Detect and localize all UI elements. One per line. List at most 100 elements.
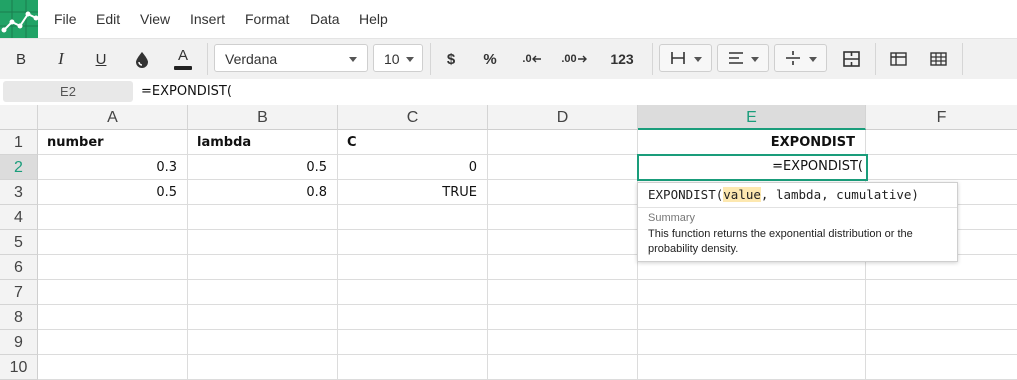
grid-cell[interactable] bbox=[188, 205, 338, 230]
grid-cell[interactable] bbox=[866, 355, 1017, 380]
grid-cell[interactable] bbox=[188, 255, 338, 280]
grid-cell[interactable] bbox=[338, 230, 488, 255]
number-format-button[interactable]: 123 bbox=[604, 45, 640, 73]
freeze-button[interactable] bbox=[885, 45, 911, 73]
grid-cell[interactable] bbox=[488, 130, 638, 155]
column-header-e[interactable]: E bbox=[638, 105, 866, 130]
cell-reference-box[interactable]: E2 bbox=[3, 81, 133, 102]
spreadsheet-logo[interactable] bbox=[0, 0, 38, 38]
column-header-a[interactable]: A bbox=[38, 105, 188, 130]
grid-cell[interactable] bbox=[338, 305, 488, 330]
font-family-value: Verdana bbox=[225, 51, 278, 67]
grid-cell[interactable] bbox=[488, 205, 638, 230]
menu-insert[interactable]: Insert bbox=[190, 11, 225, 27]
menu-edit[interactable]: Edit bbox=[96, 11, 120, 27]
chevron-down-icon bbox=[406, 57, 414, 62]
grid-cell[interactable] bbox=[488, 280, 638, 305]
grid-cell[interactable] bbox=[38, 330, 188, 355]
grid-cell[interactable] bbox=[638, 305, 866, 330]
cell-c1[interactable]: C bbox=[338, 130, 488, 155]
grid-cell[interactable] bbox=[38, 255, 188, 280]
grid-cell[interactable] bbox=[638, 355, 866, 380]
row-header-9[interactable]: 9 bbox=[0, 330, 38, 355]
horizontal-align-button[interactable] bbox=[717, 44, 769, 72]
grid-cell[interactable] bbox=[488, 305, 638, 330]
merge-cells-button[interactable] bbox=[838, 45, 864, 73]
fill-color-icon[interactable] bbox=[128, 45, 156, 73]
grid-cell[interactable] bbox=[488, 230, 638, 255]
underline-button[interactable]: U bbox=[88, 45, 114, 73]
font-family-select[interactable]: Verdana bbox=[214, 44, 368, 72]
menu-data[interactable]: Data bbox=[310, 11, 340, 27]
row-header-6[interactable]: 6 bbox=[0, 255, 38, 280]
select-all-corner[interactable] bbox=[0, 105, 38, 130]
column-header-d[interactable]: D bbox=[488, 105, 638, 130]
row-header-3[interactable]: 3 bbox=[0, 180, 38, 205]
cell-c3[interactable]: TRUE bbox=[338, 180, 488, 205]
percent-format-button[interactable]: % bbox=[478, 45, 502, 73]
grid-cell[interactable] bbox=[488, 155, 638, 180]
cell-b1[interactable]: lambda bbox=[188, 130, 338, 155]
cell-e1[interactable]: EXPONDIST bbox=[638, 130, 866, 155]
grid-cell[interactable] bbox=[188, 280, 338, 305]
grid-cell[interactable] bbox=[866, 305, 1017, 330]
increase-decimal-button[interactable]: .00 bbox=[558, 45, 590, 73]
row-header-2[interactable]: 2 bbox=[0, 155, 38, 180]
grid-cell[interactable] bbox=[338, 355, 488, 380]
grid-cell[interactable] bbox=[488, 180, 638, 205]
menu-view[interactable]: View bbox=[140, 11, 170, 27]
menu-format[interactable]: Format bbox=[245, 11, 289, 27]
cell-a1[interactable]: number bbox=[38, 130, 188, 155]
menu-bar: File Edit View Insert Format Data Help bbox=[0, 0, 1017, 38]
borders-button[interactable] bbox=[659, 44, 712, 72]
grid-cell[interactable] bbox=[338, 255, 488, 280]
grid-cell[interactable] bbox=[38, 205, 188, 230]
decrease-decimal-button[interactable]: .0 bbox=[518, 45, 546, 73]
formula-input[interactable]: =EXPONDIST( bbox=[141, 84, 232, 99]
grid-cell[interactable] bbox=[866, 280, 1017, 305]
cell-b3[interactable]: 0.8 bbox=[188, 180, 338, 205]
grid-cell[interactable] bbox=[638, 280, 866, 305]
grid-cell[interactable] bbox=[638, 330, 866, 355]
grid-cell[interactable] bbox=[866, 155, 1017, 180]
grid-cell[interactable] bbox=[866, 330, 1017, 355]
grid-cell[interactable] bbox=[38, 230, 188, 255]
column-header-b[interactable]: B bbox=[188, 105, 338, 130]
grid-cell[interactable] bbox=[488, 330, 638, 355]
cell-a2[interactable]: 0.3 bbox=[38, 155, 188, 180]
cell-a3[interactable]: 0.5 bbox=[38, 180, 188, 205]
grid-cell[interactable] bbox=[338, 330, 488, 355]
menu-file[interactable]: File bbox=[54, 11, 77, 27]
row-header-4[interactable]: 4 bbox=[0, 205, 38, 230]
grid-cell[interactable] bbox=[38, 355, 188, 380]
grid-cell[interactable] bbox=[188, 355, 338, 380]
font-size-select[interactable]: 10 bbox=[373, 44, 423, 72]
active-cell-editor[interactable]: =EXPONDIST( bbox=[637, 154, 868, 181]
grid-cell[interactable] bbox=[188, 230, 338, 255]
italic-button[interactable]: I bbox=[48, 45, 74, 73]
cell-c2[interactable]: 0 bbox=[338, 155, 488, 180]
grid-cell[interactable] bbox=[38, 305, 188, 330]
cell-b2[interactable]: 0.5 bbox=[188, 155, 338, 180]
menu-help[interactable]: Help bbox=[359, 11, 388, 27]
row-header-1[interactable]: 1 bbox=[0, 130, 38, 155]
row-header-10[interactable]: 10 bbox=[0, 355, 38, 380]
currency-format-button[interactable]: $ bbox=[440, 45, 462, 73]
row-header-5[interactable]: 5 bbox=[0, 230, 38, 255]
vertical-align-button[interactable] bbox=[774, 44, 827, 72]
grid-cell[interactable] bbox=[338, 280, 488, 305]
column-header-c[interactable]: C bbox=[338, 105, 488, 130]
grid-cell[interactable] bbox=[188, 330, 338, 355]
grid-cell[interactable] bbox=[488, 255, 638, 280]
grid-cell[interactable] bbox=[866, 130, 1017, 155]
bold-button[interactable]: B bbox=[8, 45, 34, 73]
row-header-7[interactable]: 7 bbox=[0, 280, 38, 305]
gridlines-button[interactable] bbox=[925, 45, 951, 73]
grid-cell[interactable] bbox=[188, 305, 338, 330]
text-color-button[interactable]: A bbox=[170, 45, 196, 73]
row-header-8[interactable]: 8 bbox=[0, 305, 38, 330]
grid-cell[interactable] bbox=[338, 205, 488, 230]
grid-cell[interactable] bbox=[38, 280, 188, 305]
column-header-f[interactable]: F bbox=[866, 105, 1017, 130]
grid-cell[interactable] bbox=[488, 355, 638, 380]
